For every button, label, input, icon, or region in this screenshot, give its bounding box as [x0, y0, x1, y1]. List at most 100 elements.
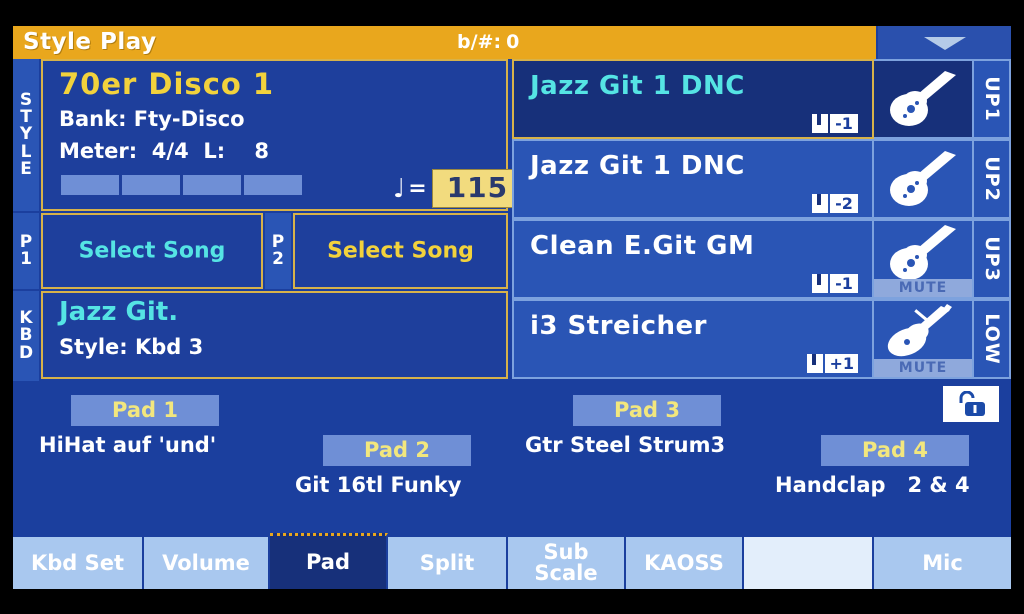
tab-kaoss[interactable]: KAOSS — [626, 537, 744, 589]
style-info-box[interactable]: 70er Disco 1 Bank: Fty-Disco Meter: 4/4 … — [41, 59, 524, 211]
beat-block — [61, 175, 119, 195]
sound-slot-list: Jazz Git 1 DNC -1 UP1 Jazz Git 1 DNC -2 … — [512, 59, 1011, 381]
tab-pad[interactable]: Pad — [270, 533, 388, 589]
pad-3-name: Gtr Steel Strum3 — [525, 433, 726, 457]
page-menu-button[interactable] — [876, 26, 1011, 59]
sound-slot-up2-tag[interactable]: UP2 — [974, 139, 1011, 219]
pad-track-2-box[interactable]: Select Song — [293, 213, 508, 289]
keyboard-section-tag[interactable]: K B D — [13, 291, 39, 381]
pad-track-1-tag[interactable]: P 1 — [13, 213, 39, 289]
sound-slot-up3-icon-box[interactable]: MUTE — [874, 219, 974, 299]
pad-lock-button[interactable] — [943, 386, 999, 422]
beat-indicator — [61, 175, 302, 195]
sound-slot-up2-name-box[interactable]: Jazz Git 1 DNC -2 — [512, 139, 874, 219]
pad-4-name: Handclap 2 & 4 — [775, 473, 970, 497]
pad-track-2-tag[interactable]: P 2 — [265, 213, 291, 289]
quarter-note-icon: ♩ — [393, 173, 406, 204]
main-panel: S T Y L E 70er Disco 1 Bank: Fty-Disco M… — [13, 59, 1011, 381]
pad-track-1-box[interactable]: Select Song — [41, 213, 263, 289]
pad-2-button[interactable]: Pad 2 — [323, 435, 471, 466]
tempo-control[interactable]: ♩ = 115 — [393, 169, 524, 208]
sound-slot-up1-octave-value: -1 — [830, 114, 858, 133]
sound-slot-up1-name-box[interactable]: Jazz Git 1 DNC -1 — [512, 59, 874, 139]
chevron-down-icon — [923, 37, 966, 50]
sound-slot-up1-name: Jazz Git 1 DNC — [530, 71, 745, 101]
pads-panel: Pad 1 HiHat auf 'und' Pad 2 Git 16tl Fun… — [13, 381, 1011, 529]
sound-slot-low-octave[interactable]: +1 — [807, 354, 858, 373]
guitar-icon — [890, 71, 956, 126]
sound-slot-up1[interactable]: Jazz Git 1 DNC -1 UP1 — [512, 59, 1011, 139]
pad-4-button[interactable]: Pad 4 — [821, 435, 969, 466]
pad-track-2-label: Select Song — [327, 238, 474, 264]
beat-block — [183, 175, 241, 195]
sound-slot-low-tag[interactable]: LOW — [974, 299, 1011, 379]
p2-tag-letter-2: 2 — [272, 249, 284, 269]
sound-slot-up3-name-box[interactable]: Clean E.Git GM -1 — [512, 219, 874, 299]
sound-slot-low-tag-label: LOW — [980, 313, 1003, 365]
sound-slot-up2-icon-box[interactable] — [874, 139, 974, 219]
tab-kbd-set[interactable]: Kbd Set — [13, 537, 144, 589]
pad-track-1-label: Select Song — [78, 238, 226, 264]
beat-block — [122, 175, 180, 195]
style-tag-letter-e: E — [20, 158, 32, 179]
guitar-icon — [890, 151, 956, 206]
piano-key-icon — [812, 114, 828, 133]
sound-slot-up3-octave-value: -1 — [830, 274, 858, 293]
tab-volume[interactable]: Volume — [144, 537, 270, 589]
keyboard-set-box[interactable]: Jazz Git. Style: Kbd 3 — [41, 291, 508, 379]
tempo-value[interactable]: 115 — [431, 169, 524, 208]
sound-slot-up3-octave[interactable]: -1 — [812, 274, 858, 293]
key-signature-value: 0 — [506, 31, 520, 53]
style-name: 70er Disco 1 — [59, 67, 275, 101]
sound-slot-up1-icon-box[interactable] — [874, 59, 974, 139]
keyboard-set-style: Style: Kbd 3 — [59, 335, 204, 359]
keyboard-set-name: Jazz Git. — [59, 297, 179, 327]
violin-icon — [887, 304, 952, 357]
beat-block — [244, 175, 302, 195]
sound-slot-up2[interactable]: Jazz Git 1 DNC -2 UP2 — [512, 139, 1011, 219]
key-signature-label: b/#: — [457, 31, 502, 53]
piano-key-icon — [807, 354, 824, 373]
instrument-screen: Style Play b/#: 0 S T Y L E 70er Disco 1 … — [13, 26, 1011, 589]
pad-1-button[interactable]: Pad 1 — [71, 395, 219, 426]
sound-slot-up2-octave[interactable]: -2 — [812, 194, 858, 213]
padlock-open-icon — [959, 391, 985, 416]
tab-split[interactable]: Split — [388, 537, 508, 589]
sound-slot-up3-tag-label: UP3 — [980, 236, 1003, 282]
sound-slot-up3-name: Clean E.Git GM — [530, 231, 755, 261]
pad-1-name: HiHat auf 'und' — [39, 433, 217, 457]
tab-sub-scale[interactable]: Sub Scale — [508, 537, 626, 589]
sound-slot-up2-tag-label: UP2 — [980, 156, 1003, 202]
kbd-tag-letter-d: D — [18, 342, 34, 363]
sound-slot-up3[interactable]: Clean E.Git GM -1 MUTE UP3 — [512, 219, 1011, 299]
sound-slot-low-icon-box[interactable]: MUTE — [874, 299, 974, 379]
key-signature: b/#: 0 — [457, 31, 519, 53]
sound-slot-low[interactable]: i3 Streicher +1 MUTE LOW — [512, 299, 1011, 379]
page-title: Style Play — [23, 29, 157, 55]
tempo-equals: = — [408, 176, 427, 201]
style-bank: Bank: Fty-Disco — [59, 107, 245, 131]
pad-2-name: Git 16tl Funky — [295, 473, 462, 497]
sound-slot-low-mute-badge[interactable]: MUTE — [874, 359, 972, 377]
tab-blank[interactable] — [744, 537, 874, 589]
p1-tag-letter-1: 1 — [20, 249, 32, 269]
pad-3-button[interactable]: Pad 3 — [573, 395, 721, 426]
bottom-tab-bar: Kbd Set Volume Pad Split Sub Scale KAOSS… — [13, 529, 1011, 589]
sound-slot-up1-tag[interactable]: UP1 — [974, 59, 1011, 139]
sound-slot-up2-octave-value: -2 — [830, 194, 858, 213]
header-bar: Style Play b/#: 0 — [13, 26, 1011, 59]
sound-slot-low-name: i3 Streicher — [530, 311, 707, 341]
sound-slot-up1-tag-label: UP1 — [980, 76, 1003, 122]
guitar-icon — [890, 225, 956, 280]
sound-slot-up3-tag[interactable]: UP3 — [974, 219, 1011, 299]
sound-slot-low-name-box[interactable]: i3 Streicher +1 — [512, 299, 874, 379]
sound-slot-up3-mute-badge[interactable]: MUTE — [874, 279, 972, 297]
piano-key-icon — [812, 194, 828, 213]
piano-key-icon — [812, 274, 828, 293]
sound-slot-up2-name: Jazz Git 1 DNC — [530, 151, 745, 181]
sound-slot-up1-octave[interactable]: -1 — [812, 114, 858, 133]
sound-slot-low-octave-value: +1 — [825, 354, 858, 373]
style-section-tag[interactable]: S T Y L E — [13, 59, 39, 211]
tab-mic[interactable]: Mic — [874, 537, 1011, 589]
style-meter: Meter: 4/4 L: 8 — [59, 139, 269, 163]
